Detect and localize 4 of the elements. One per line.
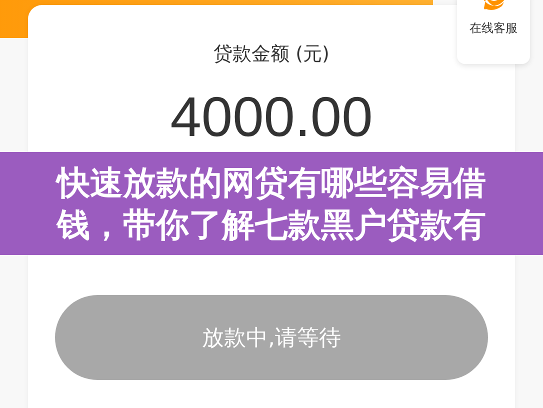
amount-value: 4000.00 <box>170 89 373 145</box>
amount-label: 贷款金额 (元) <box>214 42 330 67</box>
service-button[interactable]: 在线客服 <box>457 0 530 64</box>
banner-title: 快速放款的网贷有哪些容易借钱，带你了解七款黑户贷款有 <box>57 162 486 246</box>
